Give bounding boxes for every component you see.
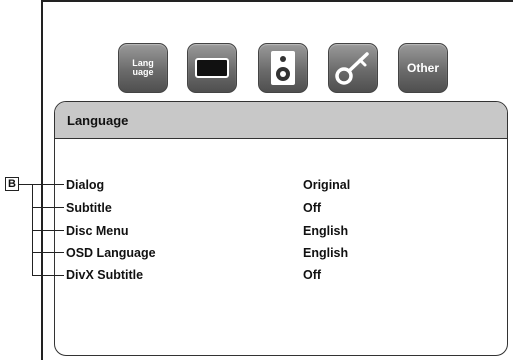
callout-tick-divx-subtitle [32,275,64,276]
tab-other[interactable]: Other [398,43,448,93]
callout-tick-subtitle [32,207,64,208]
tab-display[interactable] [187,43,237,93]
callout-connector [19,184,32,185]
row-value-osd-language[interactable]: English [303,246,348,260]
callout-tick-disc-menu [32,230,64,231]
display-icon [195,58,229,78]
row-label-osd-language[interactable]: OSD Language [66,246,156,260]
language-icon-label: Lang uage [132,58,154,77]
row-label-subtitle[interactable]: Subtitle [66,201,112,215]
tab-language[interactable]: Lang uage [118,43,168,93]
callout-label: B [5,177,19,191]
callout-tick-osd-language [32,252,64,253]
key-icon [335,52,369,85]
row-value-disc-menu[interactable]: English [303,224,348,238]
other-icon-label: Other [406,61,439,75]
tab-parental[interactable] [328,43,378,93]
row-value-dialog[interactable]: Original [303,178,350,192]
row-value-subtitle[interactable]: Off [303,201,321,215]
row-label-dialog[interactable]: Dialog [66,178,104,192]
callout-tick-dialog [32,184,64,185]
frame-left-line [41,0,43,360]
frame-top-line [41,0,513,2]
tab-audio[interactable] [258,43,308,93]
row-value-divx-subtitle[interactable]: Off [303,268,321,282]
speaker-icon [271,51,295,85]
row-label-divx-subtitle[interactable]: DivX Subtitle [66,268,143,282]
row-label-disc-menu[interactable]: Disc Menu [66,224,129,238]
panel-title: Language [55,102,507,139]
